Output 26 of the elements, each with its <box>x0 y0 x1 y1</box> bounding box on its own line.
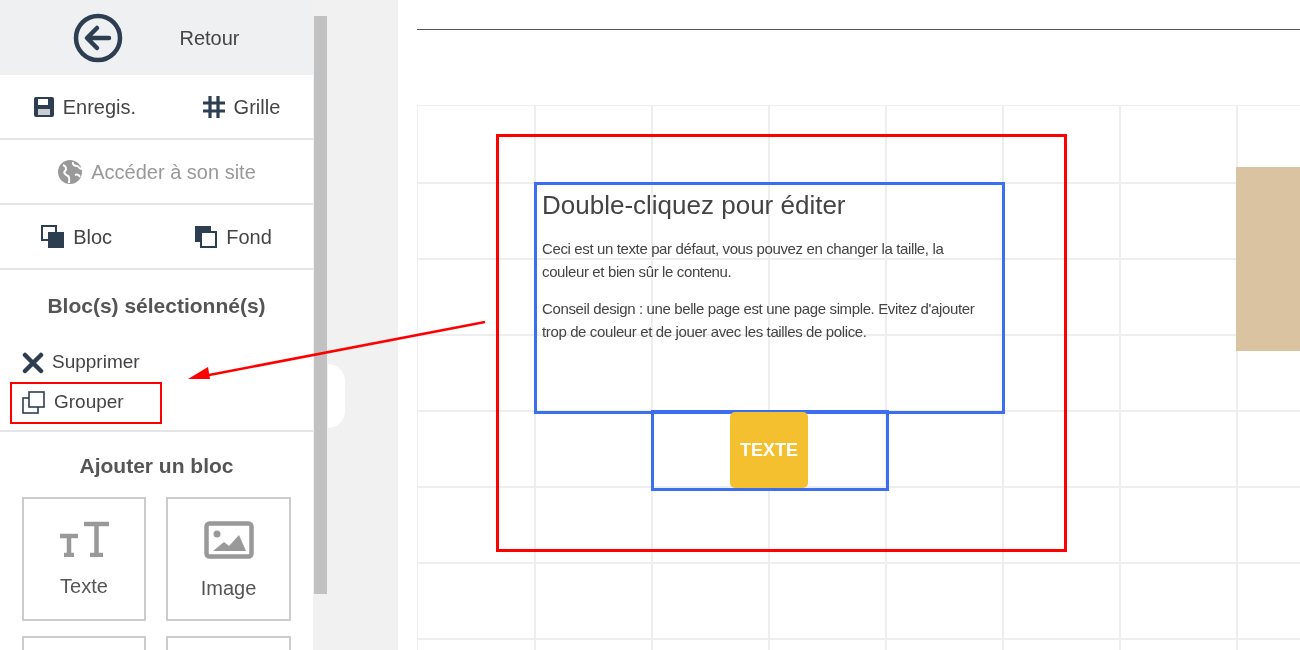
toolbar-button[interactable]: Grille <box>201 91 281 122</box>
toolbar-button[interactable]: Fond <box>194 221 272 252</box>
text-block[interactable] <box>534 182 1005 414</box>
close-icon <box>22 351 44 374</box>
block-tile[interactable]: Texte <box>22 497 146 621</box>
layers-icon <box>41 224 66 249</box>
layers-icon <box>194 224 219 249</box>
hash-icon <box>201 94 226 119</box>
image-icon <box>203 521 254 559</box>
back-button[interactable]: Retour <box>0 0 313 75</box>
text-size-icon <box>58 521 110 557</box>
block-paragraph: Conseil design : une belle page est une page simple. Evitez d'ajouter trop de couleur et de jouer avec les tailles de police. <box>542 299 976 342</box>
section-heading: Bloc(s) sélectionné(s) <box>46 293 267 319</box>
save-icon <box>32 95 55 118</box>
scrollbar-thumb[interactable] <box>314 16 327 594</box>
collapse-handle[interactable] <box>328 364 345 428</box>
toolbar-button[interactable]: Enregis. <box>32 91 137 122</box>
action-button[interactable]: Grouper <box>12 383 160 422</box>
toolbar-button[interactable]: Bloc <box>41 221 113 252</box>
globe-icon <box>57 158 84 185</box>
block-tile[interactable]: Image <box>166 497 291 621</box>
block-heading: Double-cliquez pour éditer <box>542 189 847 222</box>
copy-icon <box>22 390 46 415</box>
block-paragraph: Ceci est un texte par défaut, vous pouvez en changer la taille, la couleur et bien sûr le contenu. <box>542 239 945 282</box>
section-heading: Ajouter un bloc <box>78 452 235 479</box>
action-button[interactable]: Supprimer <box>22 347 140 378</box>
